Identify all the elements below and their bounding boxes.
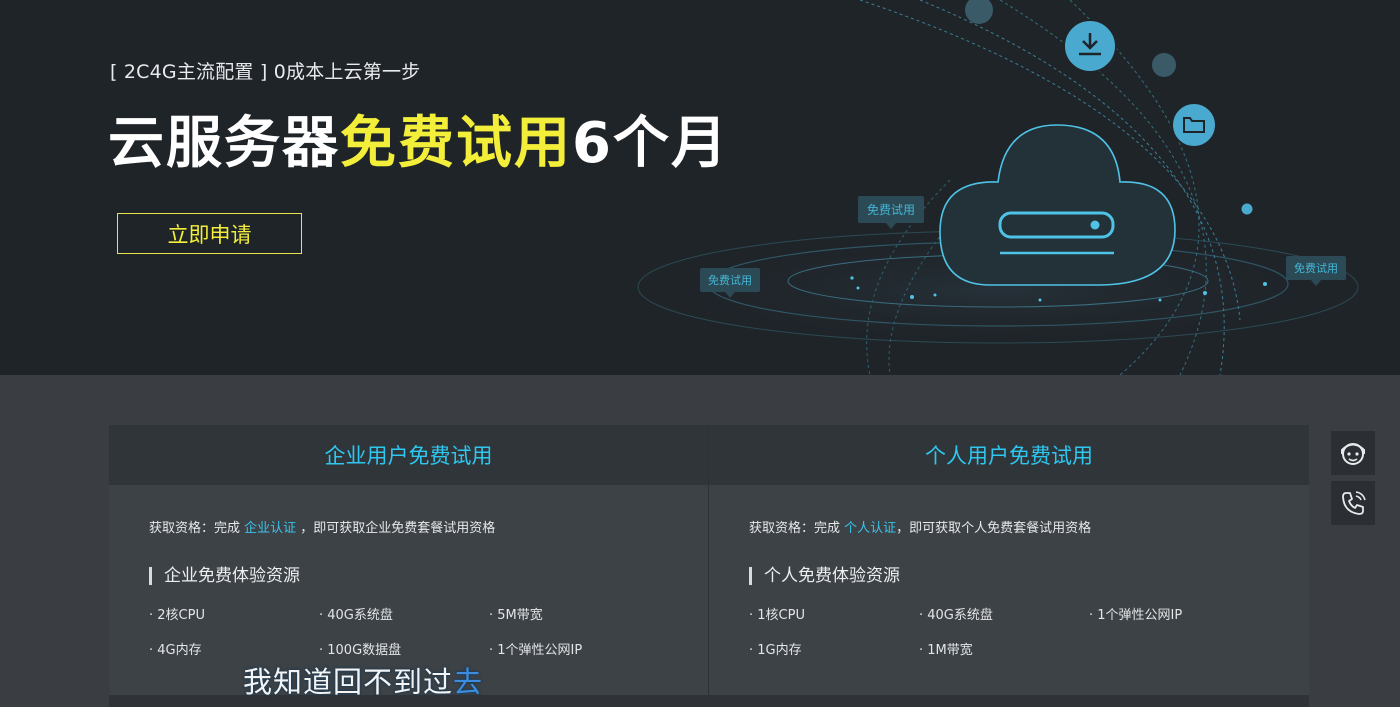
hero-banner: [ 2C4G主流配置 ] 0成本上云第一步 云服务器免费试用6个月 立即申请 免… [0,0,1400,375]
resource-item: · 100G数据盘 [319,643,402,658]
caption-end-text: 去 [453,665,484,699]
free-trial-tag: 免费试用 [1286,256,1346,286]
resource-item: · 5M带宽 [489,608,543,623]
enterprise-verification-link[interactable]: 企业认证 [244,521,296,536]
resource-item: · 1G内存 [749,643,802,658]
resource-item: · 4G内存 [149,643,202,658]
eligibility-suffix: ，即可获取企业免费套餐试用资格 [296,521,496,536]
customer-service-button[interactable] [1331,431,1375,475]
free-trial-tag: 免费试用 [700,268,760,298]
hero-subtitle: [ 2C4G主流配置 ] 0成本上云第一步 [110,61,421,83]
free-trial-tag: 免费试用 [858,196,925,229]
eligibility-prefix: 获取资格：完成 [149,521,245,536]
personal-resources-title: 个人免费体验资源 [749,567,900,585]
resource-item: · 1个弹性公网IP [489,643,583,658]
resource-item: · 1M带宽 [919,643,973,658]
enterprise-trial-title[interactable]: 企业用户免费试用 [109,425,708,485]
personal-eligibility: 获取资格：完成 个人认证，即可获取个人免费套餐试用资格 [749,517,1091,536]
resource-item: · 2核CPU [149,608,205,623]
cloud-orbit-graphic [637,0,1359,375]
phone-button[interactable] [1331,481,1375,525]
enterprise-resources-title: 企业免费体验资源 [149,567,300,585]
headline-highlight: 免费试用 [340,111,572,176]
video-subtitle-caption: 我知道回不到过去 [243,659,483,701]
personal-verification-link[interactable]: 个人认证 [844,521,896,536]
resource-item: · 1个弹性公网IP [1089,608,1183,623]
enterprise-eligibility: 获取资格：完成 企业认证 ，即可获取企业免费套餐试用资格 [149,517,495,536]
resource-item: · 1核CPU [749,608,805,623]
personal-trial-panel: 个人用户免费试用 获取资格：完成 个人认证，即可获取个人免费套餐试用资格 个人免… [709,425,1309,707]
personal-trial-title[interactable]: 个人用户免费试用 [709,425,1309,485]
floating-contact-widget [1331,431,1375,531]
phone-icon [1342,491,1366,515]
panel-footer-bar [709,695,1309,707]
apply-now-button[interactable]: 立即申请 [117,213,302,254]
customer-service-icon [1341,443,1365,465]
eligibility-prefix: 获取资格：完成 [749,521,845,536]
eligibility-suffix: ，即可获取个人免费套餐试用资格 [896,521,1092,536]
resource-item: · 40G系统盘 [319,608,393,623]
cloud-illustration: 免费试用 免费试用 免费试用 [620,0,1400,375]
headline-prefix: 云服务器 [108,111,340,176]
resource-item: · 40G系统盘 [919,608,993,623]
caption-main-text: 我知道回不到过 [243,665,454,699]
